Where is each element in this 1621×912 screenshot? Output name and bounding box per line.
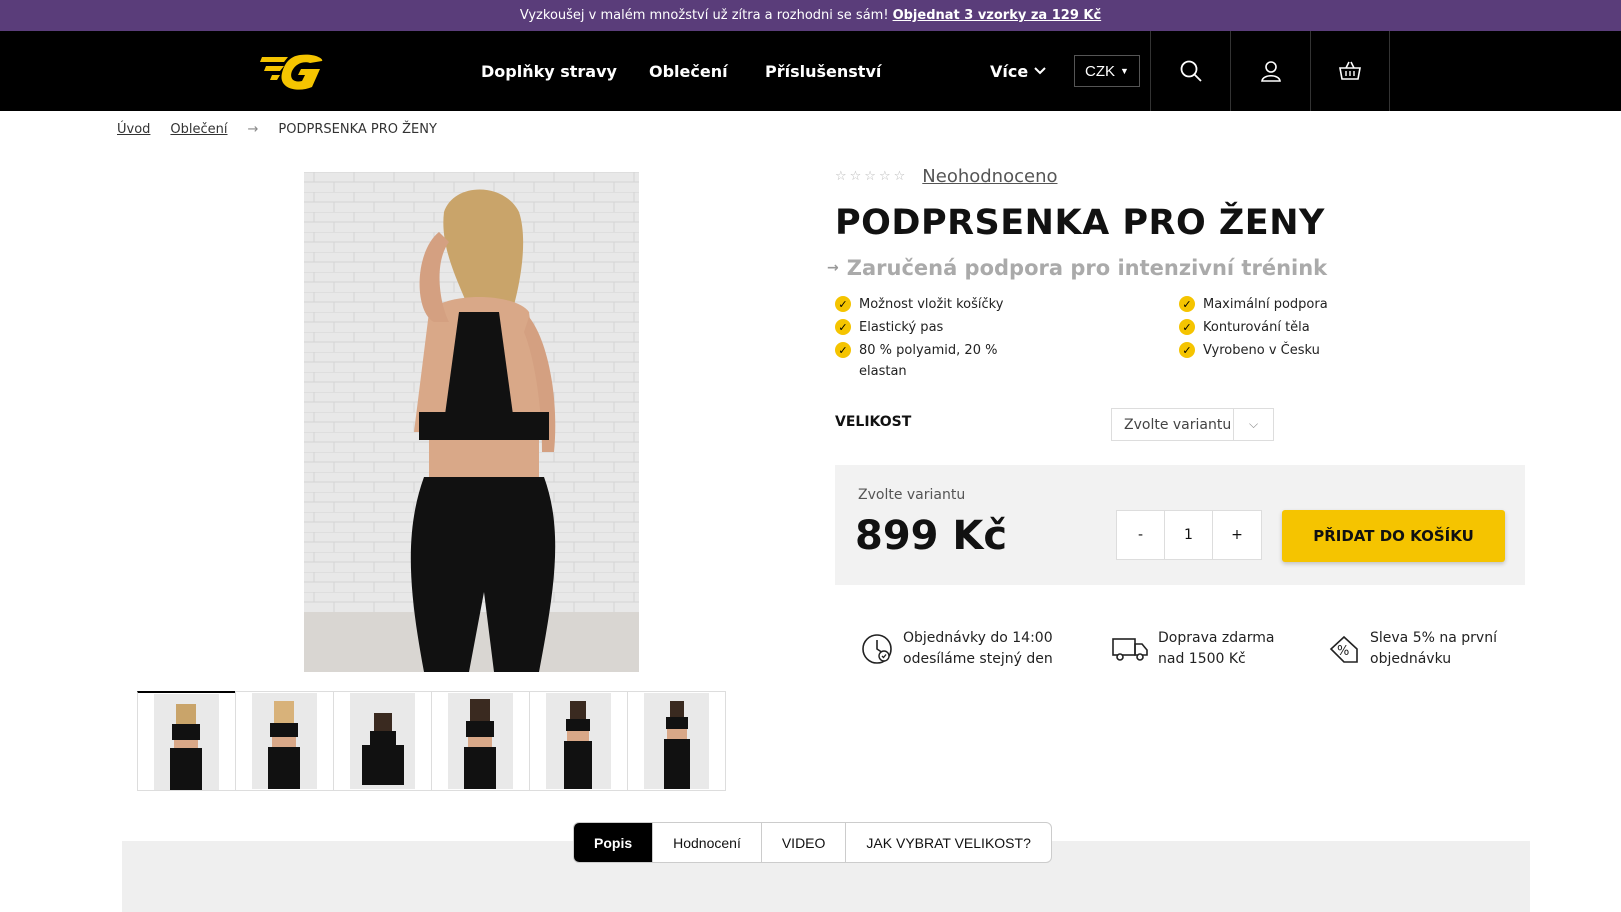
nav-item-clothing[interactable]: Oblečení (649, 31, 728, 111)
breadcrumb-home[interactable]: Úvod (117, 122, 150, 137)
qty-input[interactable]: 1 (1165, 511, 1213, 559)
discount-tag-icon: % (1329, 635, 1358, 663)
variant-label: Zvolte variantu (858, 487, 966, 503)
star-rating-icon: ☆☆☆☆☆ (835, 169, 909, 184)
product-main-image[interactable] (304, 172, 639, 672)
breadcrumb-category[interactable]: Oblečení (170, 122, 227, 137)
feature-item: ✓ Maximální podpora (1179, 294, 1328, 315)
nav-item-accessories[interactable]: Příslušenství (765, 31, 881, 111)
thumbnail[interactable] (431, 691, 530, 791)
size-select[interactable]: Zvolte variantu ⌵ (1111, 408, 1274, 441)
rating: ☆☆☆☆☆ Neohodnoceno (835, 166, 1058, 187)
check-icon: ✓ (835, 342, 851, 358)
tab-size-guide[interactable]: JAK VYBRAT VELIKOST? (846, 823, 1050, 862)
check-icon: ✓ (1179, 342, 1195, 358)
qty-minus-button[interactable]: - (1117, 511, 1165, 559)
feature-item: ✓ Elastický pas (835, 317, 943, 338)
tab-reviews[interactable]: Hodnocení (653, 823, 762, 862)
search-button[interactable] (1150, 31, 1230, 111)
product-tabs: Popis Hodnocení VIDEO JAK VYBRAT VELIKOS… (573, 822, 1052, 863)
feature-item: ✓ Vyrobeno v Česku (1179, 340, 1320, 361)
basket-icon (1339, 61, 1361, 80)
add-to-cart-button[interactable]: PŘIDAT DO KOŠÍKU (1282, 510, 1505, 562)
feature-item: ✓ Konturování těla (1179, 317, 1310, 338)
check-icon: ✓ (835, 319, 851, 335)
thumbnail[interactable] (333, 691, 432, 791)
main-header: Doplňky stravy Oblečení Příslušenství Ví… (0, 31, 1621, 111)
account-button[interactable] (1230, 31, 1310, 111)
qty-plus-button[interactable]: + (1213, 511, 1261, 559)
arrow-right-icon: → (827, 260, 839, 276)
check-icon: ✓ (835, 296, 851, 312)
promo-text: Vyzkoušej v malém množství už zítra a ro… (519, 8, 889, 23)
chevron-down-icon: ⌵ (1233, 409, 1273, 440)
product-title: PODPRSENKA PRO ŽENY (835, 203, 1325, 243)
product-price: 899 Kč (855, 513, 1008, 559)
usp-free-shipping: Doprava zdarma nad 1500 Kč (1112, 628, 1274, 670)
quantity-stepper: - 1 + (1116, 510, 1262, 560)
feature-item: ✓ 80 % polyamid, 20 % elastan (835, 340, 1020, 382)
arrow-right-icon: → (247, 122, 259, 137)
truck-icon (1112, 638, 1148, 661)
usp-shipping-time: Objednávky do 14:00 odesíláme stejný den (861, 628, 1053, 670)
check-icon: ✓ (1179, 319, 1195, 335)
thumbnail[interactable] (627, 691, 726, 791)
tab-description[interactable]: Popis (574, 823, 654, 862)
nav-item-supplements[interactable]: Doplňky stravy (481, 31, 617, 111)
thumbnail[interactable] (235, 691, 334, 791)
nav-more[interactable]: Více (990, 31, 1046, 111)
promo-link[interactable]: Objednat 3 vzorky za 129 Kč (893, 8, 1102, 23)
size-label: VELIKOST (835, 414, 912, 430)
feature-item: ✓ Možnost vložit košíčky (835, 294, 1003, 315)
user-icon (1260, 61, 1281, 82)
tab-video[interactable]: VIDEO (762, 823, 847, 862)
buy-box: Zvolte variantu 899 Kč - 1 + PŘIDAT DO K… (835, 465, 1525, 585)
chevron-down-icon (1034, 67, 1046, 75)
breadcrumb-current: PODPRSENKA PRO ŽENY (278, 122, 437, 137)
brand-logo[interactable] (260, 51, 324, 91)
thumbnail[interactable] (529, 691, 628, 791)
promo-bar: Vyzkoušej v malém množství už zítra a ro… (0, 0, 1621, 31)
thumbnail[interactable] (137, 691, 236, 791)
search-icon (1180, 60, 1202, 82)
caret-down-icon: ▼ (1120, 66, 1129, 76)
svg-text:%: % (1337, 644, 1349, 659)
product-subtitle: → Zaručená podpora pro intenzivní trénin… (827, 256, 1328, 280)
usp-first-order-discount: % Sleva 5% na první objednávku (1328, 628, 1497, 670)
cart-button[interactable] (1310, 31, 1390, 111)
thumbnail-strip (137, 691, 726, 791)
clock-icon (862, 634, 892, 664)
currency-select[interactable]: CZK ▼ (1074, 55, 1140, 87)
breadcrumb: Úvod Oblečení → PODPRSENKA PRO ŽENY (117, 122, 437, 137)
check-icon: ✓ (1179, 296, 1195, 312)
rating-link[interactable]: Neohodnoceno (922, 166, 1057, 187)
